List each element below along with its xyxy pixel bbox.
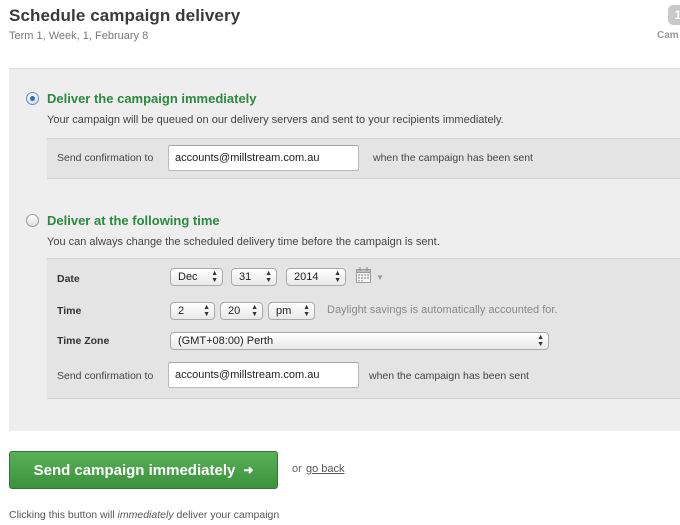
immediate-confirm-email-input[interactable] bbox=[168, 145, 359, 171]
select-arrows-icon: ▲ ▼ bbox=[334, 270, 341, 284]
select-arrows-icon: ▲ ▼ bbox=[211, 270, 218, 284]
deliver-immediately-radio[interactable] bbox=[26, 92, 39, 105]
page-title: Schedule campaign delivery bbox=[9, 6, 241, 25]
month-select[interactable]: Dec ▲ ▼ bbox=[170, 268, 223, 286]
hour-select[interactable]: 2 ▲ ▼ bbox=[170, 302, 215, 320]
select-arrows-icon: ▲ ▼ bbox=[265, 270, 272, 284]
calendar-dropdown-icon[interactable]: ▼ bbox=[376, 273, 384, 282]
select-arrows-icon: ▲ ▼ bbox=[251, 304, 258, 318]
minute-select[interactable]: 20 ▲ ▼ bbox=[220, 302, 263, 320]
immediate-confirm-suffix: when the campaign has been sent bbox=[373, 152, 533, 164]
deliver-scheduled-title[interactable]: Deliver at the following time bbox=[47, 213, 220, 228]
go-back-link[interactable]: go back bbox=[306, 463, 345, 475]
immediate-confirm-label: Send confirmation to bbox=[57, 152, 154, 164]
year-select-value: 2014 bbox=[294, 271, 319, 283]
footnote-text-before: Clicking this button will bbox=[9, 509, 118, 521]
timezone-select-value: (GMT+08:00) Perth bbox=[178, 335, 274, 347]
ampm-select-value: pm bbox=[276, 305, 292, 317]
arrow-right-icon: ➜ bbox=[243, 463, 254, 477]
year-select[interactable]: 2014 ▲ ▼ bbox=[286, 268, 346, 286]
timezone-label: Time Zone bbox=[57, 335, 110, 347]
select-arrows-icon: ▲ ▼ bbox=[537, 334, 544, 348]
select-arrows-icon: ▲ ▼ bbox=[303, 304, 310, 318]
send-campaign-button-label: Send campaign immediately bbox=[33, 461, 236, 479]
calendar-icon[interactable] bbox=[356, 267, 371, 283]
month-select-value: Dec bbox=[178, 271, 198, 283]
page-subtitle: Term 1, Week, 1, February 8 bbox=[9, 30, 149, 42]
timezone-select[interactable]: (GMT+08:00) Perth ▲ ▼ bbox=[170, 332, 549, 350]
footnote-emphasis: immediately bbox=[117, 509, 174, 521]
or-text: or bbox=[292, 463, 302, 475]
date-label: Date bbox=[57, 273, 80, 285]
send-campaign-button[interactable]: Send campaign immediately ➜ bbox=[9, 451, 278, 489]
step-label[interactable]: Cam bbox=[657, 30, 679, 41]
minute-select-value: 20 bbox=[228, 305, 241, 317]
day-select[interactable]: 31 ▲ ▼ bbox=[231, 268, 277, 286]
day-select-value: 31 bbox=[239, 271, 252, 283]
send-footnote: Clicking this button will immediately de… bbox=[9, 509, 279, 521]
scheduled-confirm-email-input[interactable] bbox=[168, 362, 359, 388]
ampm-select[interactable]: pm ▲ ▼ bbox=[268, 302, 315, 320]
deliver-immediately-title[interactable]: Deliver the campaign immediately bbox=[47, 91, 257, 106]
deliver-immediately-description: Your campaign will be queued on our deli… bbox=[47, 114, 504, 126]
time-label: Time bbox=[57, 305, 82, 317]
deliver-scheduled-radio[interactable] bbox=[26, 214, 39, 227]
scheduled-confirm-label: Send confirmation to bbox=[57, 370, 154, 382]
scheduled-confirm-suffix: when the campaign has been sent bbox=[369, 370, 529, 382]
step-badge[interactable]: 1 bbox=[668, 5, 680, 25]
hour-select-value: 2 bbox=[178, 305, 185, 317]
select-arrows-icon: ▲ ▼ bbox=[203, 304, 210, 318]
daylight-savings-hint: Daylight savings is automatically accoun… bbox=[327, 304, 558, 316]
deliver-scheduled-description: You can always change the scheduled deli… bbox=[47, 236, 440, 248]
footnote-text-after: deliver your campaign bbox=[173, 509, 280, 521]
